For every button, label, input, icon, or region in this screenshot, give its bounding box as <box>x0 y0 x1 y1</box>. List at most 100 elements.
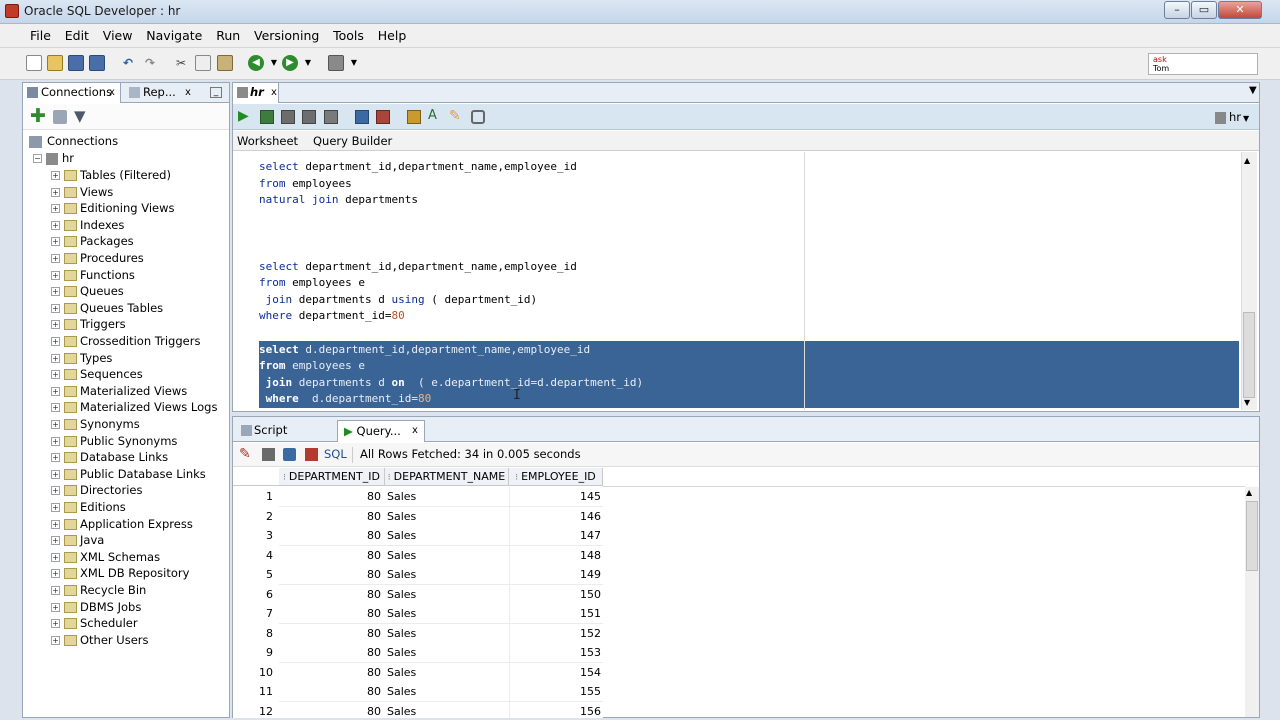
table-row[interactable]: 2 80 Sales 146 <box>233 506 603 527</box>
expand-icon[interactable]: + <box>51 635 60 645</box>
paste-icon[interactable] <box>217 55 233 71</box>
close-tab-icon[interactable]: x <box>109 83 115 102</box>
tree-item-views[interactable]: + Views <box>51 184 113 200</box>
sql-tuning-icon[interactable] <box>355 110 369 124</box>
collapse-icon[interactable]: − <box>33 154 42 163</box>
expand-icon[interactable]: + <box>51 204 60 214</box>
clear-icon[interactable]: ✎ <box>449 108 461 124</box>
column-header-employee-id[interactable]: ⁝ EMPLOYEE_ID <box>509 468 603 486</box>
expand-icon[interactable]: + <box>51 254 60 263</box>
cancel-fetch-icon[interactable] <box>305 448 318 461</box>
tab-list-dropdown-icon[interactable]: ▼ <box>1249 85 1257 96</box>
tree-item-database-links[interactable]: + Database Links <box>51 449 168 465</box>
sql-icon[interactable] <box>328 55 344 71</box>
table-row[interactable]: 7 80 Sales 151 <box>233 604 603 624</box>
expand-icon[interactable]: + <box>51 619 60 629</box>
tree-item-scheduler[interactable]: + Scheduler <box>51 615 138 631</box>
tree-item-triggers[interactable]: + Triggers <box>51 316 126 332</box>
table-row[interactable]: 10 80 Sales 154 <box>233 662 603 683</box>
table-row[interactable]: 4 80 Sales 148 <box>233 545 603 566</box>
expand-icon[interactable]: + <box>51 536 60 546</box>
table-row[interactable]: 8 80 Sales 152 <box>233 623 603 644</box>
copy-icon[interactable] <box>195 55 211 71</box>
expand-icon[interactable]: + <box>51 569 60 579</box>
tree-item-public-database-links[interactable]: + Public Database Links <box>51 466 206 482</box>
tab-connections[interactable]: Connections x <box>23 83 121 103</box>
scroll-down-icon[interactable]: ▼ <box>1244 398 1250 407</box>
minimize-panel-icon[interactable]: _ <box>210 87 222 98</box>
expand-icon[interactable]: + <box>51 436 60 446</box>
cut-icon[interactable]: ✂ <box>173 55 189 71</box>
close-tab-icon[interactable]: x <box>185 83 191 102</box>
filter-icon[interactable]: ▼ <box>74 107 86 125</box>
menu-view[interactable]: View <box>103 24 133 43</box>
scroll-up-icon[interactable]: ▲ <box>1244 156 1250 165</box>
autotrace-icon[interactable] <box>407 110 421 124</box>
tab-query-builder[interactable]: Query Builder <box>313 134 392 148</box>
expand-icon[interactable]: + <box>51 237 60 247</box>
expand-icon[interactable]: + <box>51 453 60 463</box>
menu-navigate[interactable]: Navigate <box>146 24 202 43</box>
expand-icon[interactable]: + <box>51 303 60 313</box>
redo-icon[interactable]: ↷ <box>142 55 158 71</box>
tree-item-editions[interactable]: + Editions <box>51 499 126 515</box>
tree-item-public-synonyms[interactable]: + Public Synonyms <box>51 433 177 449</box>
tree-item-java[interactable]: + Java <box>51 532 104 548</box>
tree-item-packages[interactable]: + Packages <box>51 233 134 249</box>
editor-scroll-thumb[interactable] <box>1243 312 1255 398</box>
expand-icon[interactable]: + <box>51 503 60 512</box>
tab-query-result[interactable]: ▶ Query... x <box>337 420 425 442</box>
save-all-icon[interactable] <box>89 55 105 71</box>
forward-dropdown-icon[interactable]: ▼ <box>300 55 316 71</box>
expand-icon[interactable]: + <box>51 586 60 595</box>
tab-script-output[interactable]: Script Output <box>235 420 333 457</box>
results-scroll-thumb[interactable] <box>1246 501 1258 571</box>
sql-dropdown-icon[interactable]: ▼ <box>346 55 362 71</box>
save-icon[interactable] <box>68 55 84 71</box>
expand-icon[interactable]: + <box>51 469 60 479</box>
table-row[interactable]: 11 80 Sales 155 <box>233 682 603 702</box>
tree-item-queues[interactable]: + Queues <box>51 283 124 299</box>
expand-icon[interactable]: + <box>51 519 60 529</box>
connection-selector[interactable]: hr ▼ <box>1215 107 1257 127</box>
expand-icon[interactable]: + <box>51 270 60 280</box>
scroll-up-icon[interactable]: ▲ <box>1246 488 1252 497</box>
table-row[interactable]: 6 80 Sales 150 <box>233 584 603 605</box>
tree-item-queues-tables[interactable]: + Queues Tables <box>51 300 163 316</box>
sql-button[interactable]: SQL <box>324 447 347 461</box>
tree-item-sequences[interactable]: + Sequences <box>51 366 143 382</box>
minimize-button[interactable]: – <box>1164 1 1190 19</box>
forward-icon[interactable]: ▶ <box>282 55 298 71</box>
refresh-icon[interactable] <box>53 110 67 124</box>
commit-icon[interactable] <box>281 110 295 124</box>
sql-code-editor[interactable]: select department_id,department_name,emp… <box>233 152 1241 410</box>
table-row[interactable]: 9 80 Sales 153 <box>233 643 603 663</box>
tree-item-dbms-jobs[interactable]: + DBMS Jobs <box>51 599 141 615</box>
asktom-search[interactable]: ask Tom <box>1148 53 1258 75</box>
tab-worksheet[interactable]: Worksheet <box>237 134 298 148</box>
close-window-button[interactable]: ✕ <box>1218 1 1262 19</box>
expand-icon[interactable]: + <box>51 287 60 297</box>
back-dropdown-icon[interactable]: ▼ <box>266 55 282 71</box>
column-header-department-id[interactable]: ⁝ DEPARTMENT_ID <box>279 468 385 486</box>
tree-item-procedures[interactable]: + Procedures <box>51 250 144 266</box>
menu-help[interactable]: Help <box>378 24 407 43</box>
results-scrollbar[interactable]: ▲ <box>1245 487 1259 717</box>
expand-icon[interactable]: + <box>51 602 60 612</box>
maximize-button[interactable]: ▭ <box>1191 1 1217 19</box>
pin-icon[interactable]: ✎ <box>239 446 251 462</box>
tree-item-crossedition-triggers[interactable]: + Crossedition Triggers <box>51 333 200 349</box>
refresh-icon[interactable] <box>283 448 296 461</box>
tree-item-functions[interactable]: + Functions <box>51 267 135 283</box>
tree-item-xml-schemas[interactable]: + XML Schemas <box>51 549 160 565</box>
back-icon[interactable]: ◀ <box>248 55 264 71</box>
open-icon[interactable] <box>47 55 63 71</box>
menu-versioning[interactable]: Versioning <box>254 24 319 43</box>
expand-icon[interactable]: + <box>51 320 60 330</box>
run-statement-icon[interactable]: ▶ <box>238 108 249 124</box>
tree-item-editioning-views[interactable]: + Editioning Views <box>51 200 175 216</box>
tree-root-connections[interactable]: Connections <box>29 133 118 149</box>
tree-item-directories[interactable]: + Directories <box>51 482 142 498</box>
expand-icon[interactable]: + <box>51 220 60 230</box>
tree-item-other-users[interactable]: + Other Users <box>51 632 149 648</box>
